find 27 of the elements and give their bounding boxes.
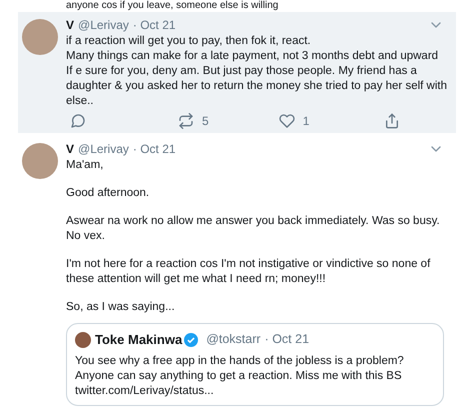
tweet-text: anyone cos if you leave, someone else is willing: [66, 0, 280, 12]
tweet-text: Ma'am,: [66, 158, 104, 173]
retweet-icon[interactable]: [178, 113, 194, 129]
reply-icon[interactable]: [70, 113, 86, 129]
retweet-count: 5: [202, 114, 209, 128]
user-handle[interactable]: @Lerivay: [78, 140, 129, 158]
tweet-text: So, as I was saying...: [66, 300, 176, 315]
like-icon[interactable]: [278, 113, 295, 129]
display-name: V: [66, 141, 74, 158]
avatar: [75, 332, 91, 348]
tweet-text: Aswear na work no allow me answer you back immediately. Was so busy. No vex.: [66, 214, 441, 244]
avatar[interactable]: [22, 19, 58, 55]
share-icon[interactable]: [384, 113, 400, 129]
user-handle: @tokstarr: [206, 331, 261, 348]
tweet-text: if a reaction will get you to pay, then fok it, react. Many things can make for a late payment, not 3 months debt and upward If e sure for you, deny am. But just pay those people. My friend has a daughter & you asked her to return the money she tried to pay her self with else..: [66, 34, 448, 109]
tweet-text: Good afternoon.: [66, 186, 150, 201]
tweet-date: · Oct 21: [264, 331, 310, 348]
like-count: 1: [302, 114, 310, 128]
tweet-text: You see why a free app in the hands of the jobless is a problem? Anyone can say anything to get a reaction. Miss me with this BS twitter.com/Lerivay/status...: [75, 354, 405, 398]
user-handle[interactable]: @Lerivay: [78, 16, 129, 34]
tweet-date: · Oct 21: [132, 17, 176, 34]
quoted-tweet[interactable]: Toke Makinwa @tokstarr · Oct 21 You see why a free app in the hands of the jobless is a problem? Anyone can say anything to get a reaction. Miss me with this BS twitter.com/Lerivay/status...: [66, 323, 444, 406]
tweet-date: · Oct 21: [132, 141, 176, 158]
avatar[interactable]: [22, 143, 58, 179]
display-name: Toke Makinwa: [95, 331, 182, 349]
display-name: V: [66, 17, 74, 34]
tweet-text: I'm not here for a reaction cos I'm not instigative or vindictive so none of these attention will get me what I need rn; money!!!: [66, 257, 432, 287]
